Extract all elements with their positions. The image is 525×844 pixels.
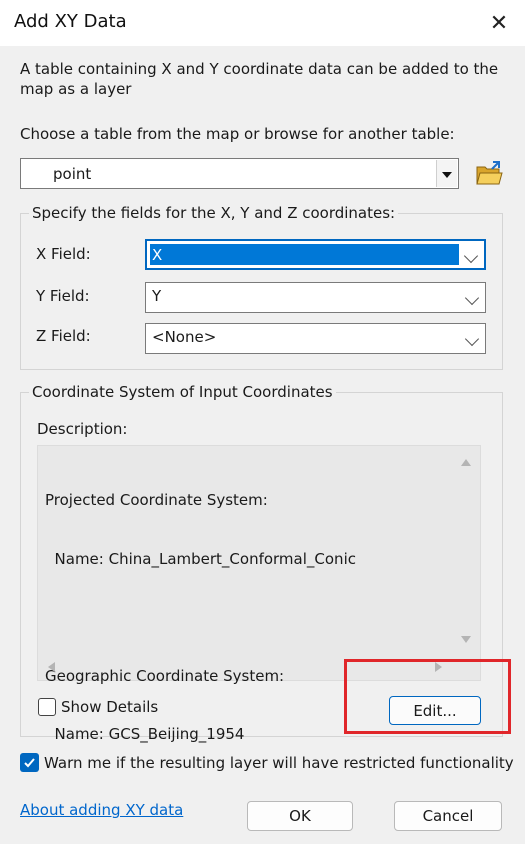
scroll-up-icon[interactable] [459, 456, 473, 468]
x-field-label: X Field: [36, 245, 91, 263]
z-field-select[interactable]: <None> [145, 323, 486, 354]
browse-button[interactable] [474, 158, 504, 188]
edit-button[interactable]: Edit... [389, 696, 481, 725]
description-label: Description: [37, 420, 128, 438]
description-line: Projected Coordinate System: [45, 491, 268, 509]
description-line: Name: GCS_Beijing_1954 [45, 725, 245, 743]
warn-checkbox-label: Warn me if the resulting layer will have… [44, 753, 514, 772]
x-field-selection [150, 244, 459, 265]
description-line: Geographic Coordinate System: [45, 666, 285, 685]
x-field-value: X [152, 246, 163, 264]
show-details-box [38, 698, 56, 716]
chevron-down-icon [464, 331, 480, 347]
z-field-label: Z Field: [36, 327, 91, 345]
cancel-button-label: Cancel [422, 807, 474, 825]
window-title: Add XY Data [14, 11, 127, 32]
y-field-select[interactable]: Y [145, 282, 486, 313]
x-field-select[interactable]: X [145, 239, 486, 270]
warn-checkbox[interactable]: Warn me if the resulting layer will have… [20, 753, 514, 772]
description-line [45, 608, 356, 628]
table-select[interactable]: point [20, 158, 459, 189]
cancel-button[interactable]: Cancel [394, 801, 502, 831]
chevron-down-icon [442, 172, 452, 178]
chevron-down-icon [464, 290, 480, 306]
description-text: Projected Coordinate System: Name: China… [45, 452, 356, 784]
coord-group-title: Coordinate System of Input Coordinates [29, 383, 336, 401]
show-details-checkbox[interactable]: Show Details [38, 698, 158, 716]
ok-button[interactable]: OK [247, 801, 353, 831]
fields-group-title: Specify the fields for the X, Y and Z co… [29, 204, 399, 222]
close-button[interactable]: ✕ [482, 8, 516, 38]
table-dropdown-button[interactable] [436, 160, 457, 187]
show-details-label: Show Details [61, 698, 159, 716]
description-line: Name: China_Lambert_Conformal_Conic [45, 549, 356, 568]
ok-button-label: OK [289, 807, 311, 825]
close-icon: ✕ [489, 10, 509, 36]
description-box[interactable]: Projected Coordinate System: Name: China… [37, 445, 481, 743]
scroll-down-icon[interactable] [459, 634, 473, 646]
folder-open-icon [476, 161, 503, 185]
about-link[interactable]: About adding XY data [20, 801, 183, 819]
table-select-value: point [53, 165, 92, 183]
intro-text: A table containing X and Y coordinate da… [20, 60, 499, 98]
edit-button-label: Edit... [413, 701, 457, 720]
y-field-label: Y Field: [36, 287, 90, 305]
chevron-down-icon [463, 248, 479, 264]
warn-checkbox-box [20, 753, 39, 772]
table-prompt: Choose a table from the map or browse fo… [20, 125, 455, 143]
z-field-value: <None> [152, 328, 217, 346]
checkmark-icon [24, 758, 35, 768]
y-field-value: Y [152, 287, 162, 305]
scroll-left-icon[interactable] [45, 660, 57, 674]
